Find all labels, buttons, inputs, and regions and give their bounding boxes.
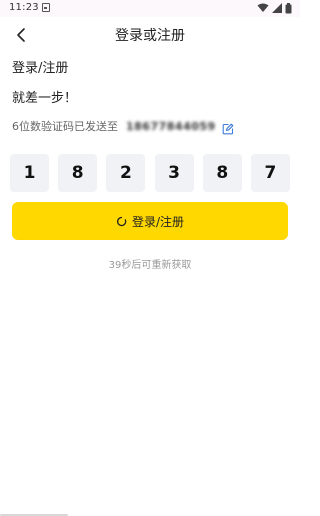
code-digit-2[interactable]: 8: [58, 154, 98, 192]
loading-spinner-icon: [116, 216, 127, 226]
code-digit-3[interactable]: 2: [106, 154, 146, 192]
form-subtitle: 就差一步！: [12, 91, 78, 106]
signal-icon: [272, 3, 282, 13]
form-title: 登录/注册: [12, 61, 69, 76]
code-sent-text: 6位数验证码已发送至: [12, 120, 118, 133]
phone-number: 18677844059: [126, 119, 216, 133]
wifi-icon: [257, 3, 269, 12]
verification-code-input[interactable]: 1 8 2 3 8 7: [10, 154, 290, 192]
login-register-button[interactable]: 登录/注册: [12, 202, 288, 240]
code-digit-4[interactable]: 3: [154, 154, 194, 192]
notification-icon: [42, 3, 50, 12]
status-time: 11:23: [9, 2, 39, 13]
code-digit-6[interactable]: 7: [250, 154, 290, 192]
status-bar: 11:23: [0, 0, 300, 17]
login-register-label: 登录/注册: [131, 214, 185, 229]
code-sent-row: 6位数验证码已发送至 18677844059: [12, 118, 234, 135]
page-title: 登录或注册: [115, 28, 185, 44]
nav-bar: 登录或注册: [0, 17, 300, 53]
edit-phone-button[interactable]: [222, 120, 234, 135]
status-icons: [257, 2, 292, 14]
resend-countdown: 39秒后可重新获取: [108, 260, 192, 271]
battery-icon: [285, 2, 292, 13]
code-digit-5[interactable]: 8: [202, 154, 242, 192]
edit-icon: [222, 123, 234, 135]
code-digit-1[interactable]: 1: [10, 154, 49, 192]
